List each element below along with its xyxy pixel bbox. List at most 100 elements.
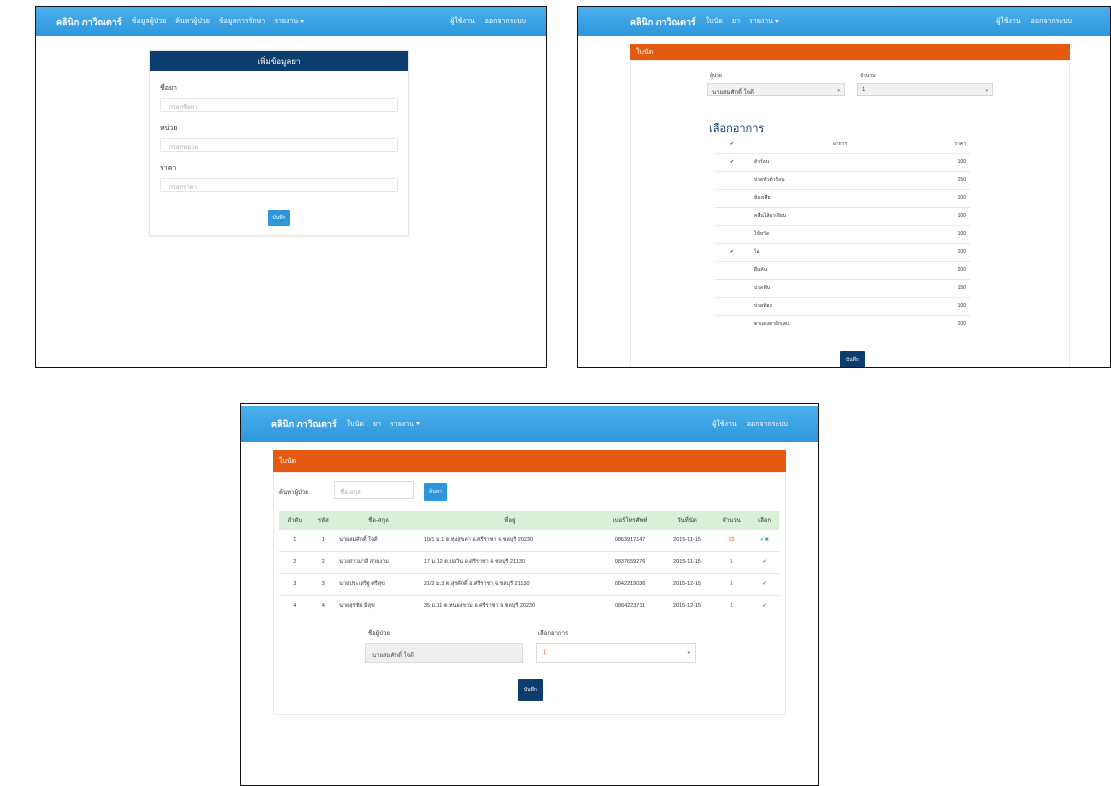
symptom-name: ผื่นคัน <box>750 260 930 279</box>
table-row[interactable]: ตาแดงตาอักเสบ 100 <box>714 314 970 333</box>
row-checkbox[interactable] <box>714 224 750 243</box>
nav-item-report-dropdown[interactable]: รายงาน <box>274 16 305 27</box>
symptom-price: 100 <box>930 242 970 261</box>
nav-item-report-label: รายงาน <box>390 420 414 428</box>
cell-id: 1 <box>310 528 337 551</box>
brand-link[interactable]: คลินิก ภาวิณตาร์ <box>271 417 337 431</box>
row-checkbox[interactable] <box>714 296 750 315</box>
cell-phone: 0837659276 <box>599 550 662 573</box>
row-checkbox[interactable]: ✔ <box>714 242 750 261</box>
add-medicine-card: เพิ่มข้อมูลยา ชื่อยา กรอกชื่อยา หน่วย กร… <box>149 50 409 236</box>
col-select: เลือก <box>750 511 779 529</box>
check-header: ✔ <box>729 140 735 147</box>
count-label: จำนวน <box>860 73 876 79</box>
dropdown-arrow-icon: ▾ <box>985 88 988 94</box>
table-row[interactable]: ✔ ตัวร้อน 100 <box>714 152 970 171</box>
table-row[interactable]: คลื่นไส้อาเจียน 100 <box>714 206 970 225</box>
nav-item-patient-info[interactable]: ข้อมูลผู้ป่วย <box>132 16 166 27</box>
symptom-table: ✔ อาการ ราคา ✔ ตัวร้อน 100 ปวดหัวตัวร้อน 15… <box>714 135 970 333</box>
nav-item-treatment-info[interactable]: ข้อมูลการรักษา <box>219 16 265 27</box>
row-checkbox[interactable] <box>714 188 750 207</box>
row-checkbox[interactable]: ✔ <box>714 152 750 171</box>
table-row[interactable]: ผื่นคัน 200 <box>714 260 970 279</box>
brand-link[interactable]: คลินิก ภาวิณตาร์ <box>56 15 122 29</box>
cell-date: 2015-11-15 <box>661 550 713 573</box>
nav-logout[interactable]: ออกจากระบบ <box>747 419 788 430</box>
save-button[interactable]: บันทึก <box>840 351 865 367</box>
symptom-price: 100 <box>930 314 970 333</box>
cell-count: 1 <box>712 572 751 595</box>
medicine-name-input[interactable]: กรอกชื่อยา <box>160 98 398 112</box>
count-select-value: 1 <box>862 87 866 93</box>
cell-name: นายสุรชัย มีสุข <box>336 594 421 617</box>
cell-count: 1 <box>712 594 751 617</box>
table-row[interactable]: ✔ ไอ 100 <box>714 242 970 261</box>
select-check-icon[interactable]: ✔ <box>750 594 779 617</box>
symptom-price: 100 <box>930 206 970 225</box>
nav-logout[interactable]: ออกจากระบบ <box>485 16 526 27</box>
row-checkbox[interactable] <box>714 278 750 297</box>
nav-item-medicine[interactable]: ยา <box>373 419 381 430</box>
nav-user[interactable]: ผู้ใช้งาน <box>712 419 736 430</box>
table-row: 1 1 นายสมศักดิ์ ใจดี 10/1 ม.1 ต.ทุ่งสุขล… <box>279 528 779 551</box>
symptom-name: ตัวร้อน <box>750 152 930 171</box>
symptom-count-select[interactable]: 1 ▾ <box>536 643 696 663</box>
row-checkbox[interactable] <box>714 314 750 333</box>
search-label: ค้นหาผู้ป่วย <box>279 490 309 496</box>
symptom-name: ไข้หวัด <box>750 224 930 243</box>
save-button[interactable]: บันทึก <box>267 210 291 226</box>
patient-select[interactable]: นายสมศักดิ์ ใจดี ▾ <box>707 83 845 96</box>
nav-item-search-patient[interactable]: ค้นหาผู้ป่วย <box>175 16 210 27</box>
patient-name-field: นายสมศักดิ์ ใจดี <box>365 643 523 663</box>
card-title: เพิ่มข้อมูลยา <box>150 51 408 71</box>
cell-phone: 0863917147 <box>599 528 662 551</box>
count-select[interactable]: 1 ▾ <box>857 83 993 96</box>
search-button[interactable]: ค้นหา <box>424 483 447 501</box>
caret-down-icon <box>774 19 779 23</box>
cell-date: 2015-12-15 <box>661 594 713 617</box>
price-input[interactable]: กรอกราคา <box>160 178 398 192</box>
unit-input[interactable]: กรอกหน่วย <box>160 138 398 152</box>
symptom-name: ปวดท้อง <box>750 296 930 315</box>
row-checkbox[interactable] <box>714 206 750 225</box>
save-button[interactable]: บันทึก <box>518 679 543 701</box>
cell-phone: 0864223711 <box>599 594 662 617</box>
brand-link[interactable]: คลินิก ภาวิณตาร์ <box>630 15 696 29</box>
cell-name: นางสาวมาลี สวยงาม <box>336 550 421 573</box>
row-checkbox[interactable] <box>714 260 750 279</box>
nav-item-report-dropdown[interactable]: รายงาน <box>390 419 420 430</box>
cell-phone: 0842219036 <box>599 572 662 595</box>
nav-item-appointment[interactable]: ใบนัด <box>706 16 723 27</box>
symptom-price: 150 <box>930 170 970 189</box>
nav-item-report-dropdown[interactable]: รายงาน <box>749 16 779 27</box>
table-row[interactable]: ปวดฟัน 150 <box>714 278 970 297</box>
screenshot-select-symptoms: คลินิก ภาวิณตาร์ ใบนัด ยา รายงาน ผู้ใช้ง… <box>577 6 1111 368</box>
symptom-name: ปวดหัวตัวร้อน <box>750 170 930 189</box>
select-check-icon[interactable]: ✔✖ <box>750 528 779 551</box>
table-row[interactable]: ไข้หวัด 100 <box>714 224 970 243</box>
price-label: ราคา <box>160 165 177 172</box>
col-date: วันที่นัด <box>661 511 713 529</box>
cell-id: 2 <box>310 550 337 573</box>
cell-name: นายสมศักดิ์ ใจดี <box>336 528 421 551</box>
nav-user[interactable]: ผู้ใช้งาน <box>450 16 474 27</box>
table-row[interactable]: ปวดท้อง 100 <box>714 296 970 315</box>
nav-item-appointment[interactable]: ใบนัด <box>347 419 364 430</box>
nav-logout[interactable]: ออกจากระบบ <box>1031 16 1072 27</box>
screenshot-add-medicine: คลินิก ภาวิณตาร์ ข้อมูลผู้ป่วย ค้นหาผู้ป… <box>35 6 547 368</box>
table-row[interactable]: ท้องเสีย 100 <box>714 188 970 207</box>
row-checkbox[interactable] <box>714 170 750 189</box>
nav-user[interactable]: ผู้ใช้งาน <box>996 16 1020 27</box>
table-row: 2 2 นางสาวมาลี สวยงาม 17 ม.12 ต.บ่อวิน อ… <box>279 550 779 573</box>
symptom-header: อาการ <box>832 140 848 147</box>
nav-item-medicine[interactable]: ยา <box>732 16 740 27</box>
patient-table: ลำดับ รหัส ชื่อ-สกุล ที่อยู่ เบอร์โทรศัพ… <box>279 511 779 617</box>
top-navbar: คลินิก ภาวิณตาร์ ใบนัด ยา รายงาน ผู้ใช้ง… <box>578 7 1110 36</box>
search-input[interactable]: ชื่อ-สกุล <box>334 481 414 499</box>
table-row[interactable]: ปวดหัวตัวร้อน 150 <box>714 170 970 189</box>
table-row: 3 3 นายประเสริฐ ศรีสุข 21/2 ม.3 ต.สุรศัก… <box>279 572 779 595</box>
select-check-icon[interactable]: ✔ <box>750 572 779 595</box>
symptom-price: 100 <box>930 188 970 207</box>
col-address: ที่อยู่ <box>420 511 600 529</box>
select-check-icon[interactable]: ✔ <box>750 550 779 573</box>
